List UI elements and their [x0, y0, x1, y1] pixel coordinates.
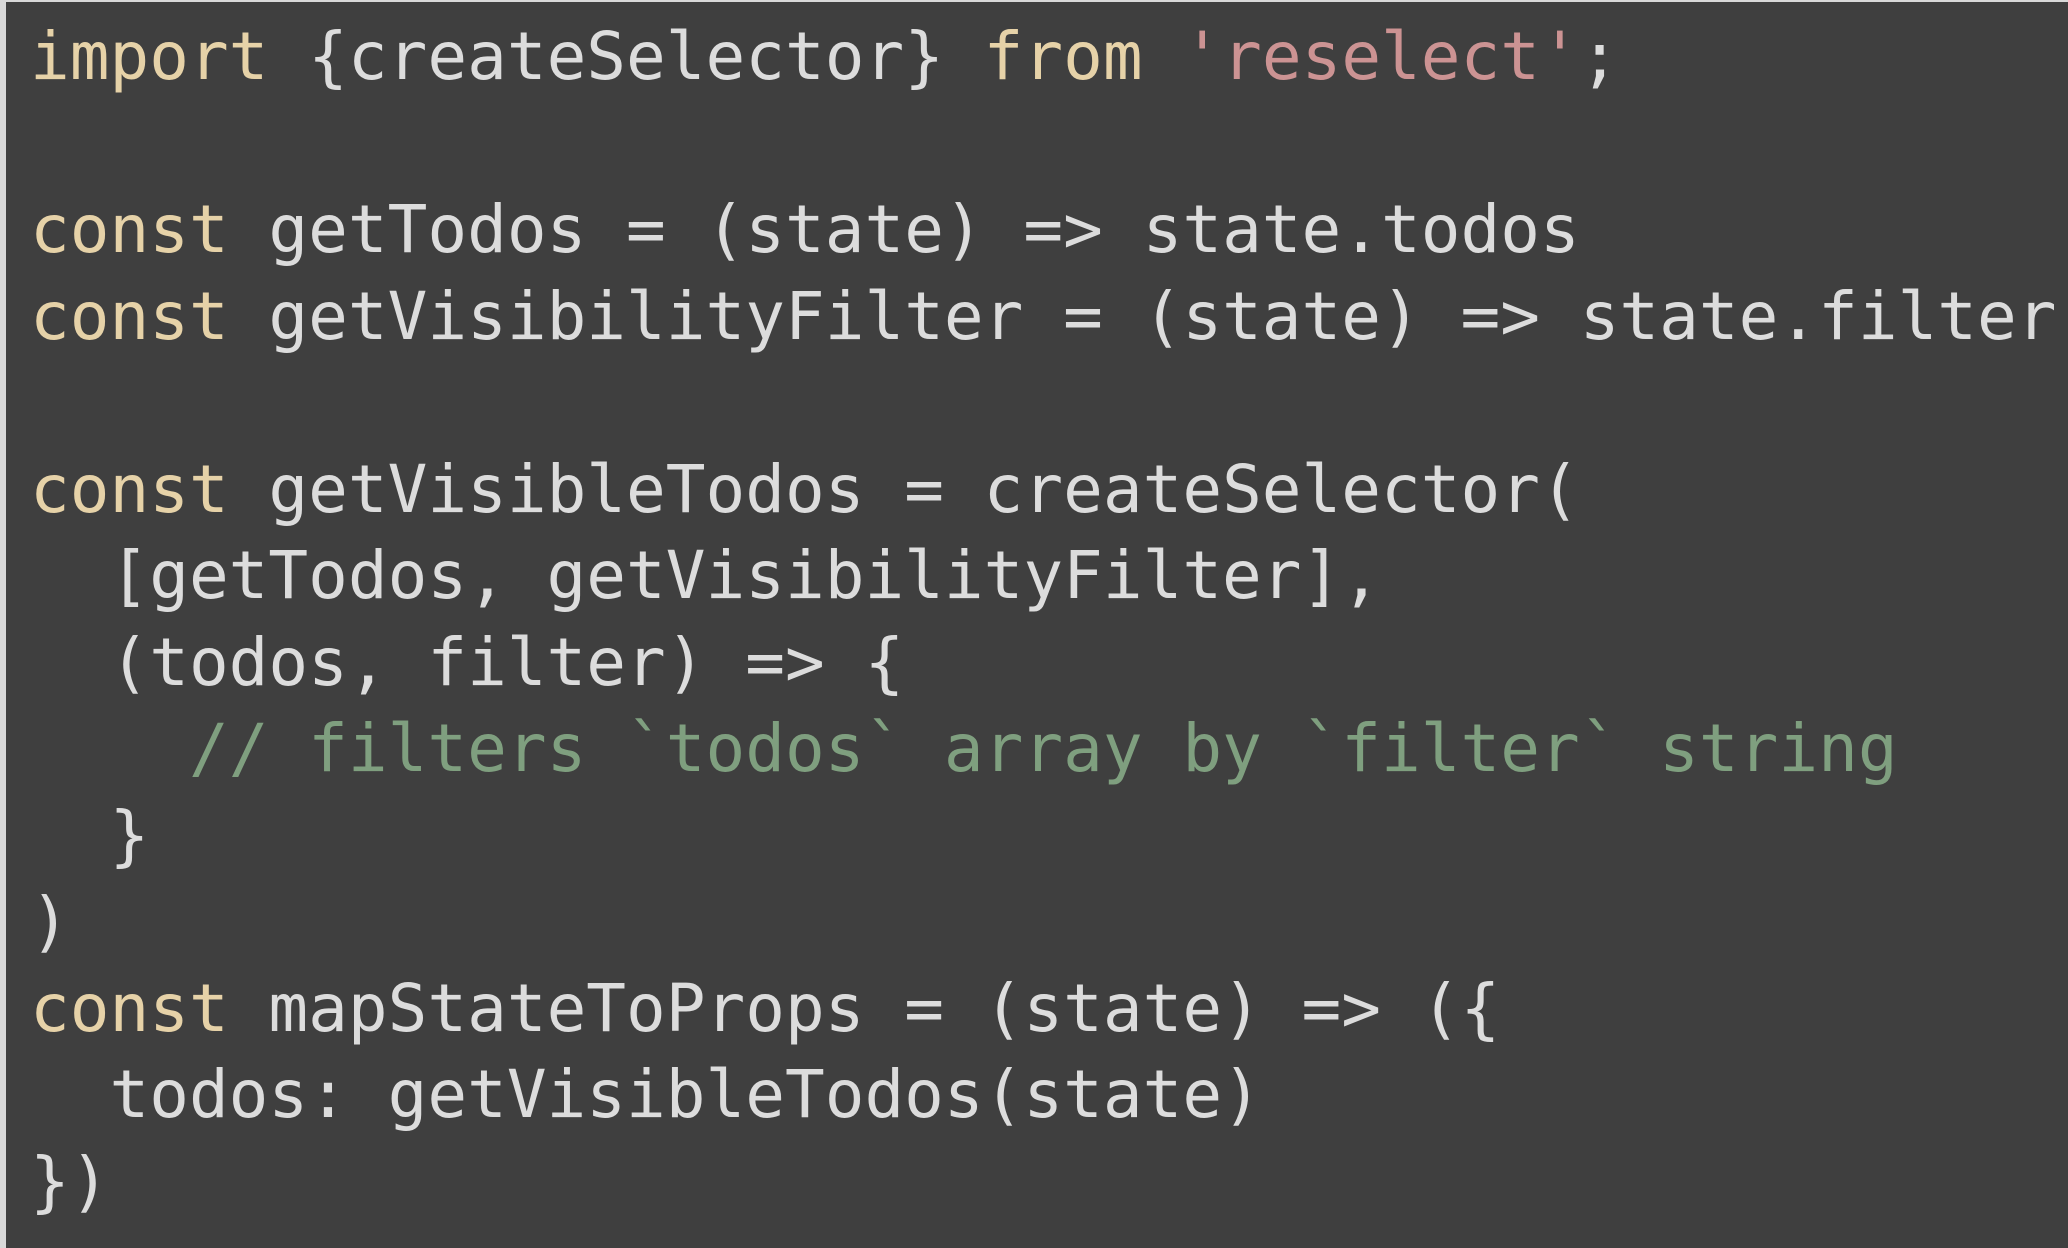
code-text: getVisibilityFilter = (state) => state.f… — [228, 277, 2057, 355]
keyword-token: from — [983, 18, 1143, 95]
code-text: }) — [30, 1142, 110, 1220]
code-line: ) — [30, 879, 2057, 966]
code-line: const getVisibleTodos = createSelector( — [30, 447, 2057, 534]
code-text: ) — [30, 883, 70, 960]
code-line: const mapStateToProps = (state) => ({ — [30, 966, 2057, 1053]
code-text: [getTodos, getVisibilityFilter], — [30, 537, 1382, 614]
code-text: todos: getVisibleTodos(state) — [30, 1056, 1262, 1133]
code-line: } — [30, 793, 2057, 880]
code-line: }) — [30, 1139, 2057, 1226]
keyword-token: const — [30, 191, 229, 268]
code-text: {createSelector} — [268, 18, 984, 95]
code-text: (todos, filter) => { — [30, 623, 905, 701]
keyword-token: const — [30, 450, 229, 528]
code-line: import {createSelector} from 'reselect'; — [30, 14, 2057, 101]
string-token: 'reselect' — [1182, 18, 1580, 95]
code-line: (todos, filter) => { — [30, 620, 2057, 707]
code-block: import {createSelector} from 'reselect';… — [30, 14, 2057, 1225]
comment-token: // filters `todos` array by `filter` str… — [188, 710, 1898, 787]
keyword-token: const — [30, 969, 229, 1047]
code-text: mapStateToProps = (state) => ({ — [228, 969, 1501, 1047]
code-line: const getVisibilityFilter = (state) => s… — [30, 274, 2057, 361]
code-line: todos: getVisibleTodos(state) — [30, 1052, 2057, 1139]
code-text: getTodos = (state) => state.todos — [228, 191, 1580, 268]
code-text: getVisibleTodos = createSelector( — [228, 450, 1580, 528]
code-text: } — [30, 796, 150, 874]
keyword-token: const — [30, 277, 229, 355]
code-editor[interactable]: import {createSelector} from 'reselect';… — [0, 0, 2068, 1248]
code-text: ; — [1579, 18, 1620, 95]
code-line: const getTodos = (state) => state.todos — [30, 187, 2057, 274]
code-line: [getTodos, getVisibilityFilter], — [30, 533, 2057, 620]
code-line: // filters `todos` array by `filter` str… — [30, 706, 2057, 793]
keyword-token: import — [30, 18, 269, 95]
